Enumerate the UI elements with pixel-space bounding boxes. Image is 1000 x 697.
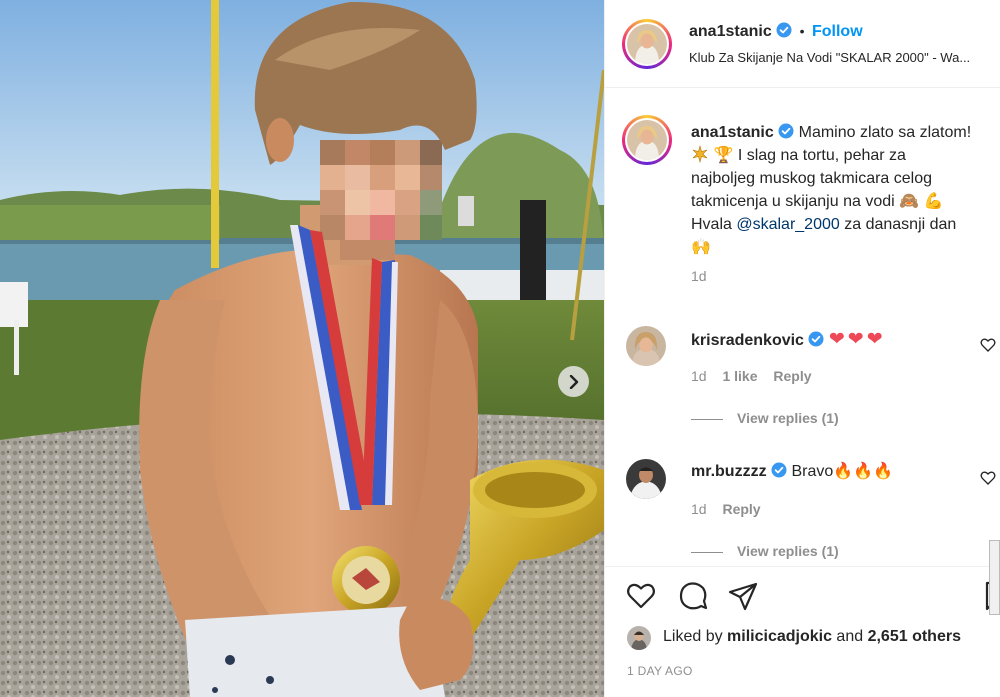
next-photo-button[interactable] [558,366,589,397]
header-user-line: ana1stanic • Follow [689,22,863,41]
comment-likes[interactable]: 1 like [722,368,757,384]
caption-line: za danasnji dan [839,216,957,233]
post-image [0,0,604,697]
avatar-image [627,626,651,650]
verified-badge-icon [808,331,824,347]
comment-item: krisradenkovic ❤❤❤ 1d 1 like Reply View … [605,322,1000,432]
comment-reply-button[interactable]: Reply [773,368,811,384]
chevron-right-icon [569,374,578,389]
comment-meta: 1d Reply [691,501,761,517]
verified-badge-icon [778,123,794,139]
paper-plane-icon[interactable] [727,580,759,612]
follow-button[interactable]: Follow [812,23,863,40]
header-separator: • [799,23,805,39]
avatar-image [627,120,667,160]
post-time-ago[interactable]: 1 DAY AGO [627,664,693,678]
commenter-avatar[interactable] [626,326,666,366]
replies-divider [691,551,723,553]
fire-emoji: 🔥🔥🔥 [833,463,894,480]
likes-and: and [831,628,868,645]
comment-text: Bravo [791,463,834,480]
view-replies-button[interactable]: View replies (1) [691,410,839,426]
commenter-avatar[interactable] [626,459,666,499]
comment-body: krisradenkovic ❤❤❤ [691,328,886,351]
author-avatar[interactable] [622,19,672,69]
view-replies-button[interactable]: View replies (1) [691,543,839,559]
avatar-image [627,24,667,64]
caption-line: najboljeg muskog takmicara celog [691,170,933,187]
caption-author-avatar[interactable] [622,115,672,165]
view-replies-label: View replies (1) [737,410,839,426]
post-location[interactable]: Klub Za Skijanje Na Vodi "SKALAR 2000" -… [689,50,1000,65]
likes-count-link[interactable]: 2,651 others [868,628,961,645]
likes-summary: Liked by milicicadjokic and 2,651 others [663,628,961,646]
scrollbar[interactable] [989,540,1000,615]
avatar-image [626,326,666,366]
post-header: ana1stanic • Follow Klub Za Skijanje Na … [605,0,1000,88]
pray-emoji: 🙌 [691,239,711,256]
caption-line: Hvala [691,216,737,233]
liker-avatar[interactable] [627,626,651,650]
comment-like-heart-icon[interactable] [980,470,996,486]
post-side-panel: ana1stanic • Follow Klub Za Skijanje Na … [604,0,1000,697]
comment-username[interactable]: krisradenkovic [691,332,804,349]
trophy-emoji: 🏆 [713,147,734,164]
caption-mention-link[interactable]: @skalar_2000 [736,216,839,233]
comment-username[interactable]: mr.buzzzz [691,463,767,480]
comment-time[interactable]: 1d [691,501,707,517]
sparkle-icon [692,144,708,164]
replies-divider [691,418,723,420]
caption-username[interactable]: ana1stanic [691,124,774,141]
muscle-emoji: 💪 [923,193,944,210]
caption-time[interactable]: 1d [691,265,996,288]
comment-meta: 1d 1 like Reply [691,368,812,384]
view-replies-label: View replies (1) [737,543,839,559]
verified-badge-icon [776,22,792,38]
author-username[interactable]: ana1stanic [689,23,772,40]
comment-item: mr.buzzzz Bravo🔥🔥🔥 1d Reply View replies… [605,455,1000,565]
likes-prefix: Liked by [663,628,728,645]
comment-time[interactable]: 1d [691,368,707,384]
caption-line: Mamino zlato sa zlatom! [798,124,972,141]
verified-badge-icon [771,462,787,478]
comment-text: ❤❤❤ [828,329,886,350]
post-photo[interactable] [0,0,604,697]
heart-outline-icon[interactable] [625,580,657,612]
monkey-emoji: 🙈 [899,193,920,210]
comment-bubble-icon[interactable] [677,580,709,612]
comment-reply-button[interactable]: Reply [722,501,760,517]
caption-line: I slag na tortu, pehar za [737,147,906,164]
post-caption: ana1stanic Mamino zlato sa zlatom! 🏆 I s… [691,121,996,288]
comment-like-heart-icon[interactable] [980,337,996,353]
avatar-image [626,459,666,499]
caption-line: takmicenja u skijanju na vodi [691,193,895,210]
comment-body: mr.buzzzz Bravo🔥🔥🔥 [691,461,893,481]
liker-username[interactable]: milicicadjokic [727,628,832,645]
